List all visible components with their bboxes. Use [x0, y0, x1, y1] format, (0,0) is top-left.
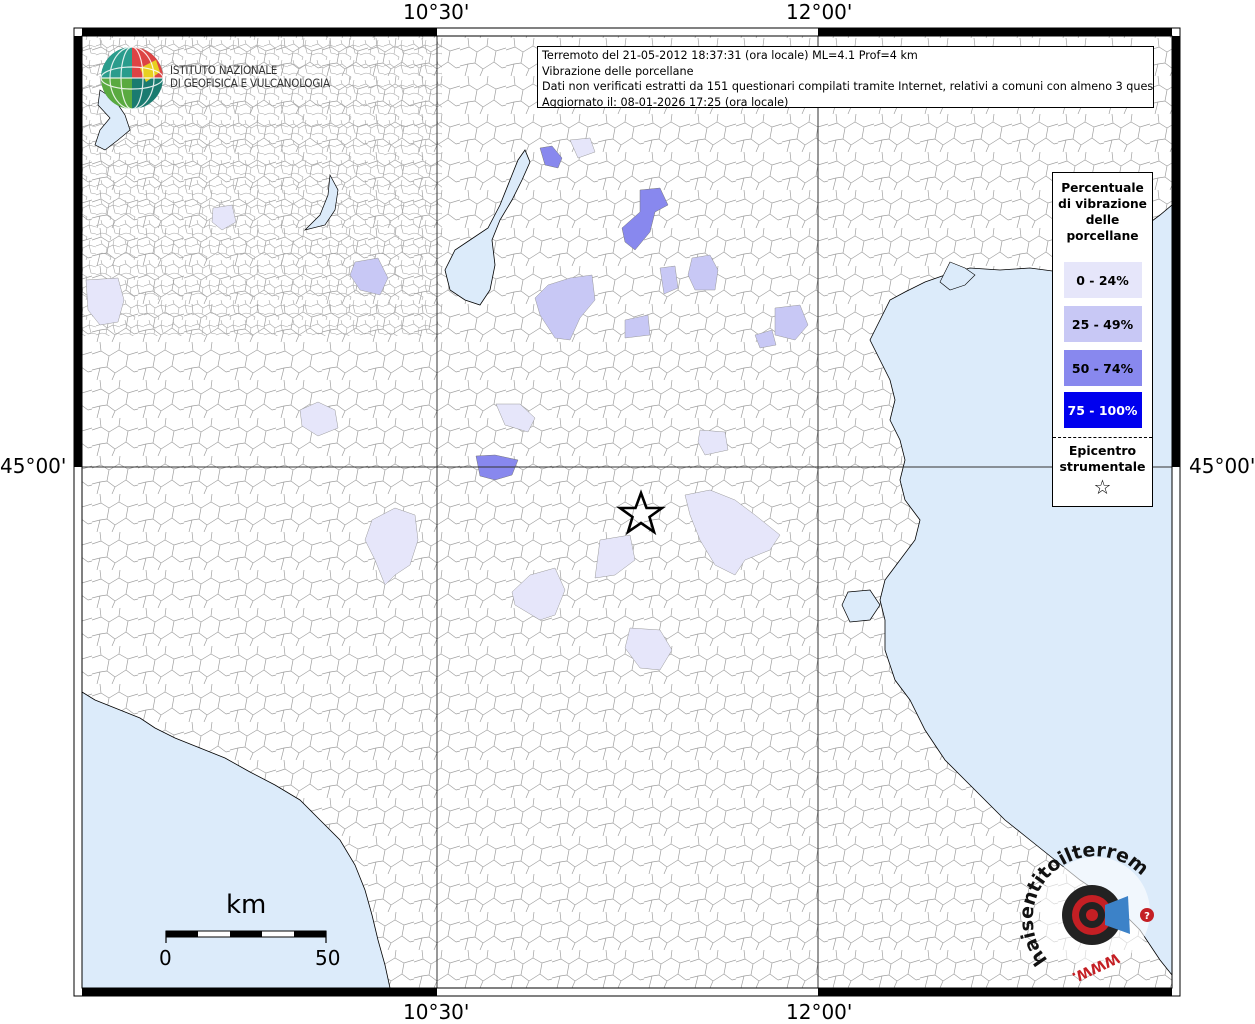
- legend-title-line: Percentuale: [1061, 181, 1144, 195]
- institute-name: ISTITUTO NAZIONALE DI GEOFISICA E VULCAN…: [170, 64, 330, 90]
- legend-item-50-74: 50 - 74%: [1063, 350, 1142, 386]
- legend-separator: [1053, 437, 1152, 438]
- data-note: Dati non verificati estratti da 151 ques…: [542, 80, 1154, 93]
- top-tick-1: 10°30': [403, 0, 470, 24]
- right-tick: 45°00': [1189, 454, 1255, 478]
- legend-item-25-49: 25 - 49%: [1063, 306, 1142, 342]
- legend-item-75-100: 75 - 100%: [1063, 392, 1142, 428]
- epicenter-title-line: Epicentro: [1068, 443, 1137, 458]
- epicenter-title-line: strumentale: [1059, 459, 1146, 474]
- ingv-logo-globe-icon: [100, 46, 164, 110]
- intensity-map: ? haisentitoilterremoto.it WWW.: [0, 0, 1181, 997]
- legend-title-line: porcellane: [1066, 229, 1139, 243]
- event-line: Terremoto del 21-05-2012 18:37:31 (ora l…: [542, 49, 918, 62]
- bottom-tick-1: 10°30': [403, 1000, 470, 1024]
- institute-name-line2: DI GEOFISICA E VULCANOLOGIA: [170, 76, 330, 90]
- scale-min-label: 0: [159, 946, 172, 970]
- left-tick: 45°00': [0, 454, 67, 478]
- legend-item-0-24: 0 - 24%: [1063, 262, 1142, 298]
- map-subject: Vibrazione delle porcellane: [542, 64, 694, 78]
- event-info-box: Terremoto del 21-05-2012 18:37:31 (ora l…: [537, 46, 1154, 108]
- legend: Percentuale di vibrazione delle porcella…: [1052, 172, 1153, 507]
- legend-title-line: di vibrazione: [1058, 197, 1147, 211]
- legend-title: Percentuale di vibrazione delle porcella…: [1053, 180, 1152, 244]
- legend-title-line: delle: [1085, 213, 1120, 227]
- scale-max-label: 50: [315, 946, 341, 970]
- epicenter-legend-star-icon: ☆: [1093, 475, 1112, 499]
- epicenter-legend-title: Epicentro strumentale: [1053, 443, 1152, 475]
- svg-text:?: ?: [1144, 911, 1150, 922]
- bottom-tick-2: 12°00': [786, 1000, 853, 1024]
- top-tick-2: 12°00': [786, 0, 853, 24]
- scale-unit: km: [226, 890, 267, 920]
- update-time: Aggiornato il: 08-01-2026 17:25 (ora loc…: [542, 95, 789, 108]
